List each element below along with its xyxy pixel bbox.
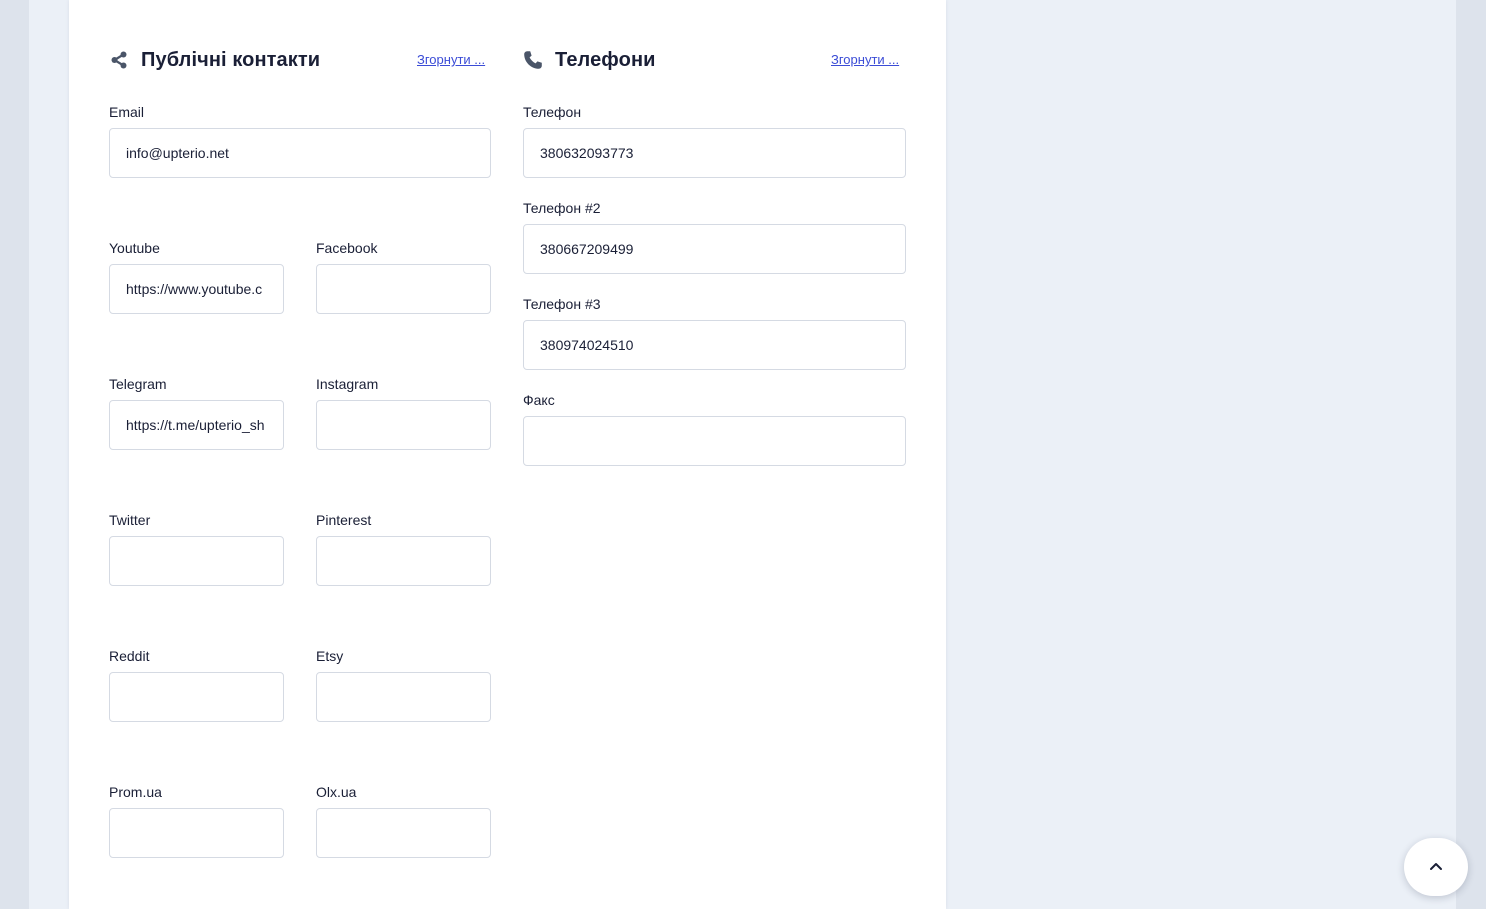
public-contacts-title: Публічні контакти — [141, 48, 321, 71]
phone-icon — [523, 50, 543, 70]
olx-field[interactable] — [316, 808, 491, 858]
olx-label: Olx.ua — [316, 784, 357, 800]
prom-field[interactable] — [109, 808, 284, 858]
chevron-up-icon — [1429, 858, 1443, 876]
pinterest-field[interactable] — [316, 536, 491, 586]
phone1-label: Телефон — [523, 104, 582, 120]
facebook-field[interactable] — [316, 264, 491, 314]
phone3-field[interactable] — [523, 320, 906, 370]
phone3-label: Телефон #3 — [523, 296, 601, 312]
public-contacts-header: Публічні контакти — [109, 46, 320, 74]
phone2-label: Телефон #2 — [523, 200, 601, 216]
public-contacts-collapse-link[interactable]: Згорнути ... — [417, 52, 485, 67]
phone2-field[interactable] — [523, 224, 906, 274]
share-icon — [109, 50, 129, 70]
pinterest-label: Pinterest — [316, 512, 372, 528]
etsy-label: Etsy — [316, 648, 344, 664]
telegram-field[interactable] — [109, 400, 284, 450]
instagram-label: Instagram — [316, 376, 379, 392]
phones-collapse-link[interactable]: Згорнути ... — [831, 52, 899, 67]
phones-title: Телефони — [555, 48, 656, 71]
reddit-field[interactable] — [109, 672, 284, 722]
phones-header: Телефони — [523, 46, 656, 74]
telegram-label: Telegram — [109, 376, 167, 392]
reddit-label: Reddit — [109, 648, 150, 664]
settings-card: Публічні контакти Згорнути ... Email You… — [69, 0, 946, 909]
email-label: Email — [109, 104, 145, 120]
fax-label: Факс — [523, 392, 555, 408]
fax-field[interactable] — [523, 416, 906, 466]
phone1-field[interactable] — [523, 128, 906, 178]
youtube-label: Youtube — [109, 240, 160, 256]
youtube-field[interactable] — [109, 264, 284, 314]
scroll-to-top-button[interactable] — [1404, 838, 1468, 896]
twitter-field[interactable] — [109, 536, 284, 586]
email-field[interactable] — [109, 128, 491, 178]
twitter-label: Twitter — [109, 512, 151, 528]
facebook-label: Facebook — [316, 240, 378, 256]
instagram-field[interactable] — [316, 400, 491, 450]
prom-label: Prom.ua — [109, 784, 162, 800]
etsy-field[interactable] — [316, 672, 491, 722]
